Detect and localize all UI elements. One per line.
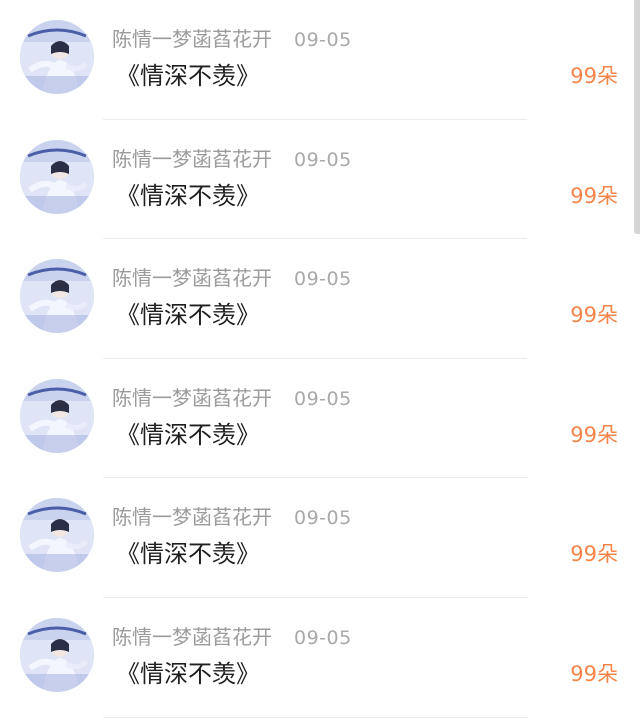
timestamp: 09-05 bbox=[294, 148, 352, 171]
avatar-image bbox=[20, 617, 94, 692]
message-text: 《情深不羡》 bbox=[116, 420, 260, 449]
username[interactable]: 陈情一梦菡萏花开 bbox=[112, 26, 272, 52]
username[interactable]: 陈情一梦菡萏花开 bbox=[112, 624, 272, 650]
scrollbar[interactable] bbox=[634, 0, 640, 234]
gift-count: 99朵 bbox=[570, 303, 618, 328]
gift-count: 99朵 bbox=[570, 64, 618, 88]
list-item[interactable]: 陈情一梦菡萏花开 09-05 《情深不羡》 99朵 bbox=[0, 0, 640, 120]
message-text: 《情深不羡》 bbox=[116, 301, 260, 330]
message-text: 《情深不羡》 bbox=[116, 62, 260, 90]
message-text: 《情深不羡》 bbox=[116, 181, 260, 210]
timestamp: 09-05 bbox=[294, 507, 352, 530]
list-item[interactable]: 陈情一梦菡萏花开 09-05 《情深不羡》 99朵 bbox=[0, 239, 640, 359]
list-item[interactable]: 陈情一梦菡萏花开 09-05 《情深不羡》 99朵 bbox=[0, 120, 640, 240]
gift-count: 99朵 bbox=[570, 661, 618, 686]
gift-count: 99朵 bbox=[570, 542, 618, 567]
timestamp: 09-05 bbox=[294, 387, 352, 410]
message-text: 《情深不羡》 bbox=[116, 540, 260, 569]
avatar[interactable] bbox=[20, 378, 94, 453]
username[interactable]: 陈情一梦菡萏花开 bbox=[112, 265, 272, 291]
avatar-image bbox=[20, 20, 94, 94]
avatar[interactable] bbox=[20, 617, 94, 692]
avatar-image bbox=[20, 139, 94, 214]
username[interactable]: 陈情一梦菡萏花开 bbox=[112, 504, 272, 530]
list-item[interactable]: 陈情一梦菡萏花开 09-05 《情深不羡》 99朵 bbox=[0, 359, 640, 479]
message-text: 《情深不羡》 bbox=[116, 659, 260, 688]
timestamp: 09-05 bbox=[294, 29, 352, 51]
avatar-image bbox=[20, 378, 94, 453]
avatar[interactable] bbox=[20, 20, 94, 94]
avatar[interactable] bbox=[20, 139, 94, 214]
avatar-image bbox=[20, 498, 94, 573]
timestamp: 09-05 bbox=[294, 268, 352, 291]
gift-count: 99朵 bbox=[570, 422, 618, 447]
gift-list: 陈情一梦菡萏花开 09-05 《情深不羡》 99朵 陈情一梦菡萏花开 09-05… bbox=[0, 0, 640, 718]
username[interactable]: 陈情一梦菡萏花开 bbox=[112, 146, 272, 172]
avatar[interactable] bbox=[20, 259, 94, 334]
list-item[interactable]: 陈情一梦菡萏花开 09-05 《情深不羡》 99朵 bbox=[0, 598, 640, 718]
username[interactable]: 陈情一梦菡萏花开 bbox=[112, 385, 272, 411]
timestamp: 09-05 bbox=[294, 626, 352, 649]
divider bbox=[103, 716, 527, 718]
avatar-image bbox=[20, 259, 94, 334]
list-item[interactable]: 陈情一梦菡萏花开 09-05 《情深不羡》 99朵 bbox=[0, 478, 640, 598]
gift-count: 99朵 bbox=[570, 183, 618, 208]
avatar[interactable] bbox=[20, 498, 94, 573]
